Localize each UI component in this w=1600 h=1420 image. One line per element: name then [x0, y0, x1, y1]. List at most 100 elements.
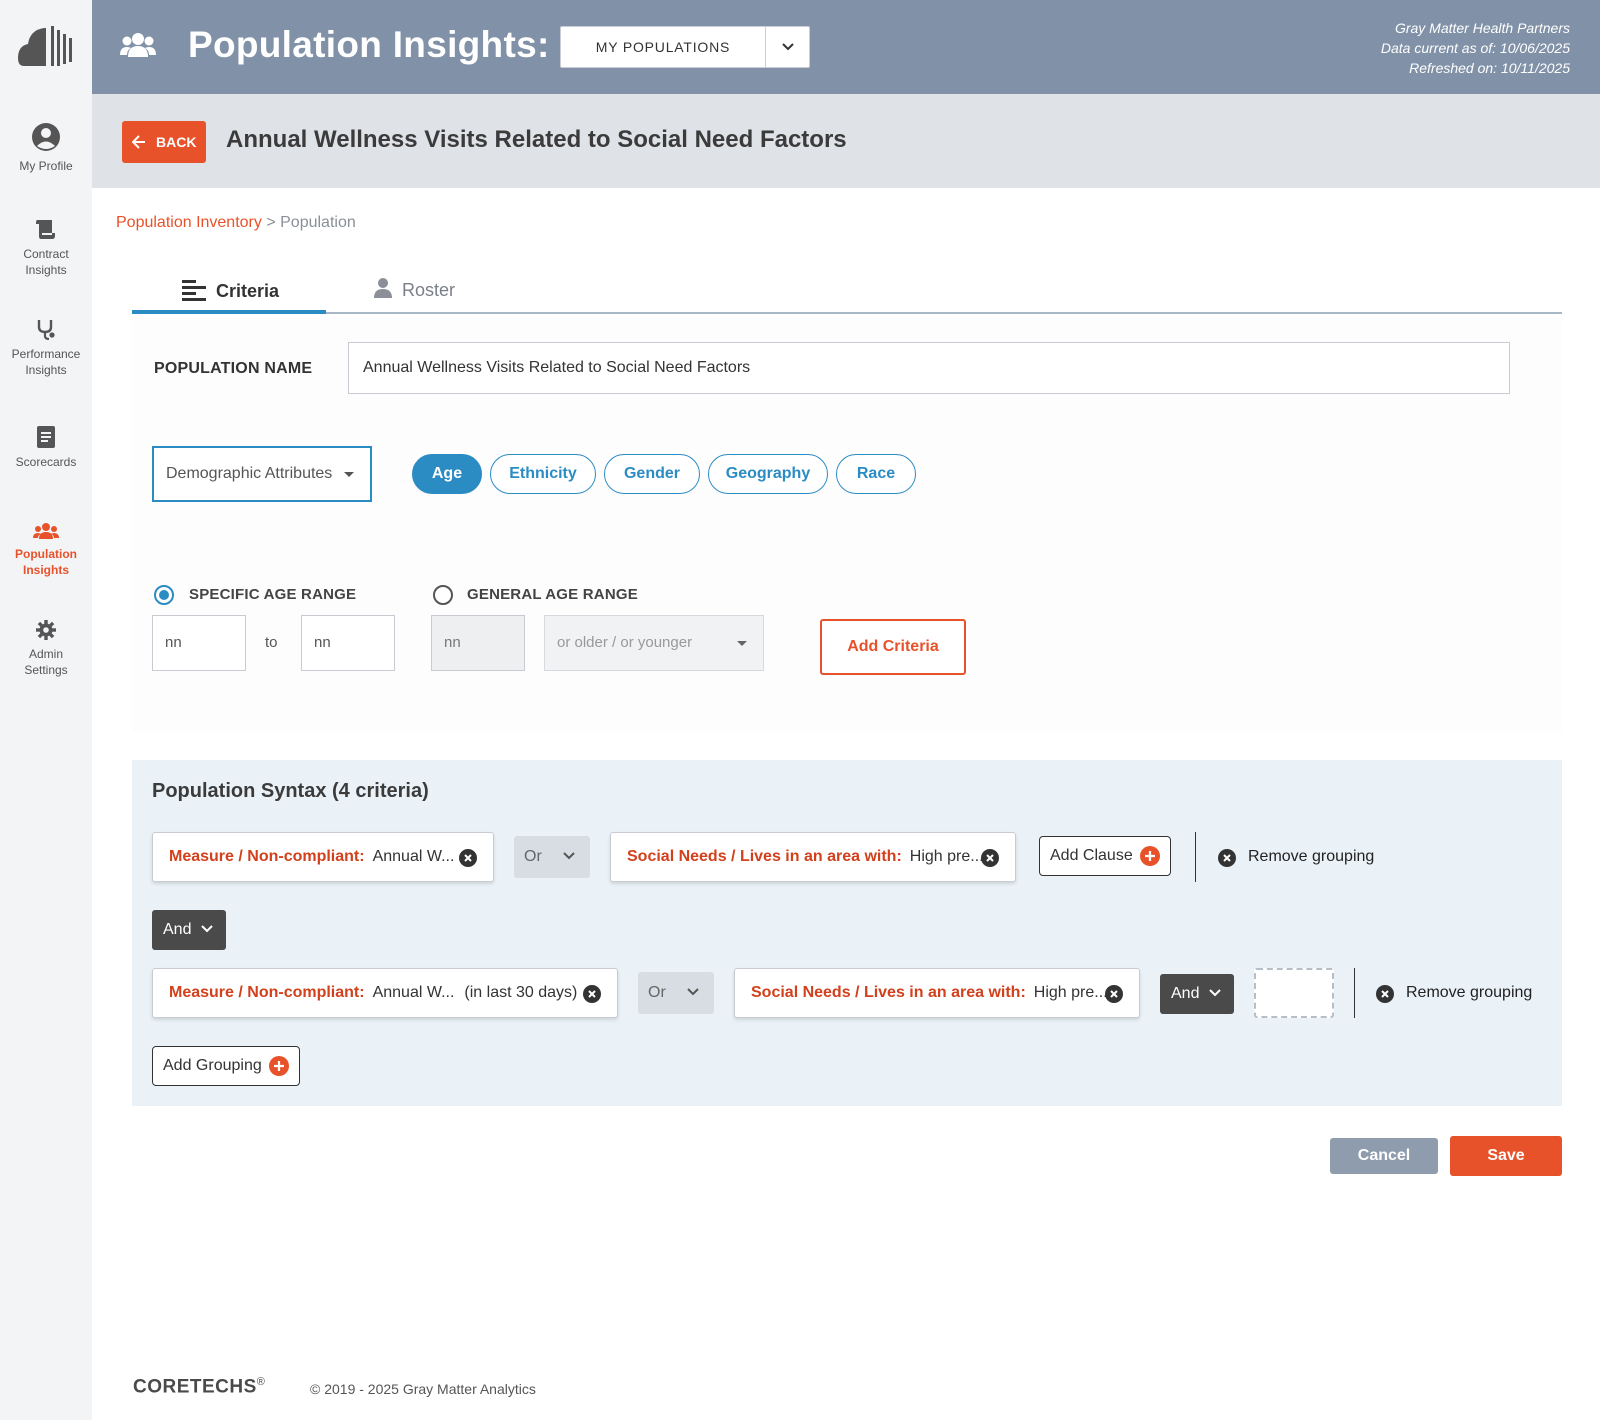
specific-age-radio[interactable] [154, 585, 174, 605]
tab-criteria[interactable]: Criteria [132, 270, 326, 314]
general-age-radio[interactable] [433, 585, 453, 605]
app-header: Population Insights: MY POPULATIONS Gray… [92, 0, 1600, 94]
plus-circle-icon [1140, 846, 1160, 866]
criteria-chip-measure[interactable]: Measure / Non-compliant: Annual W... (in l… [152, 968, 618, 1018]
criteria-category-value: Demographic Attributes [166, 465, 333, 482]
remove-criteria-icon[interactable] [583, 985, 601, 1003]
remove-grouping-label: Remove grouping [1248, 848, 1375, 865]
list-lines-icon [182, 280, 206, 301]
arrow-left-icon [132, 135, 145, 149]
criteria-category-select[interactable]: Demographic Attributes [152, 446, 372, 502]
add-clause-button[interactable]: Add Clause [1039, 836, 1171, 876]
population-syntax-panel [132, 760, 1562, 1106]
chip-timeframe: (in last 30 days) [464, 984, 578, 1001]
chevron-down-icon [687, 988, 699, 996]
user-circle-icon [32, 123, 60, 151]
clause-operator-dropdown[interactable]: Or [514, 836, 590, 878]
person-icon [374, 278, 392, 298]
empty-clause-slot[interactable] [1254, 968, 1334, 1018]
specific-age-label: SPECIFIC AGE RANGE [189, 586, 357, 603]
sidebar-item-scorecards[interactable]: Scorecards [0, 426, 92, 470]
add-grouping-label: Add Grouping [163, 1057, 262, 1074]
age-from-input[interactable]: nn [152, 615, 246, 671]
close-circle-icon [1376, 985, 1394, 1003]
page-title: Annual Wellness Visits Related to Social… [226, 126, 847, 153]
sidebar-item-contract-insights[interactable]: Contract Insights [0, 218, 92, 278]
sidebar-item-label: Contract Insights [23, 247, 69, 277]
app-title: Population Insights: [188, 24, 550, 65]
add-grouping-button[interactable]: Add Grouping [152, 1046, 300, 1086]
pill-race[interactable]: Race [836, 454, 916, 494]
sidebar-item-performance-insights[interactable]: Performance Insights [0, 318, 92, 378]
save-button[interactable]: Save [1450, 1136, 1562, 1176]
footer-brand-name: CORETECHS [133, 1376, 257, 1398]
populations-select-value: MY POPULATIONS [595, 39, 731, 55]
chip-key: Measure / Non-compliant: [169, 984, 365, 1001]
group-operator-dropdown[interactable]: And [152, 910, 226, 950]
chip-value: High pre... [909, 848, 984, 865]
populations-select[interactable]: MY POPULATIONS [560, 26, 810, 68]
chevron-down-icon [782, 43, 794, 51]
chip-value: Annual W... [372, 848, 455, 865]
remove-criteria-icon[interactable] [459, 849, 477, 867]
sidebar-item-population-insights[interactable]: Population Insights [0, 522, 92, 578]
breadcrumb: Population Inventory > Population [116, 214, 356, 232]
add-criteria-button[interactable]: Add Criteria [820, 619, 966, 675]
data-current-date: Data current as of: 10/06/2025 [1380, 40, 1570, 56]
operator-value: And [1171, 985, 1200, 1002]
back-button-label: BACK [156, 134, 197, 150]
caret-down-icon [737, 641, 747, 646]
older-younger-select[interactable]: or older / or younger [544, 615, 764, 671]
population-name-input[interactable]: Annual Wellness Visits Related to Social… [348, 342, 1510, 394]
chip-key: Social Needs / Lives in an area with: [627, 848, 902, 865]
caret-down-icon [344, 472, 354, 477]
remove-criteria-icon[interactable] [981, 849, 999, 867]
tab-bar: Criteria Roster [132, 270, 1562, 314]
users-icon [120, 33, 156, 57]
criteria-chip-social-needs[interactable]: Social Needs / Lives in an area with: Hig… [734, 968, 1140, 1018]
operator-value: Or [524, 848, 542, 865]
general-age-input[interactable]: nn [431, 615, 525, 671]
pill-ethnicity[interactable]: Ethnicity [490, 454, 596, 494]
remove-criteria-icon[interactable] [1105, 985, 1123, 1003]
sidebar-item-my-profile[interactable]: My Profile [0, 122, 92, 174]
back-button[interactable]: BACK [122, 121, 206, 163]
org-name: Gray Matter Health Partners [1394, 20, 1570, 36]
sidebar: My Profile Contract Insights Performance… [0, 0, 92, 1420]
cancel-button[interactable]: Cancel [1330, 1138, 1438, 1174]
clause-operator-dropdown[interactable]: And [1160, 974, 1234, 1014]
page-title-bar: BACK Annual Wellness Visits Related to S… [92, 94, 1600, 188]
clause-operator-dropdown[interactable]: Or [638, 972, 714, 1014]
footer-brand: CORETECHS® [133, 1376, 265, 1398]
stethoscope-icon [37, 320, 55, 340]
sidebar-item-label: My Profile [19, 159, 73, 173]
chevron-down-icon [563, 852, 575, 860]
age-to-input[interactable]: nn [301, 615, 395, 671]
footer-copyright: © 2019 - 2025 Gray Matter Analytics [310, 1381, 536, 1397]
older-younger-value: or older / or younger [557, 634, 693, 651]
population-name-label: POPULATION NAME [154, 360, 313, 377]
criteria-chip-social-needs[interactable]: Social Needs / Lives in an area with: Hig… [610, 832, 1016, 882]
data-freshness-info: Gray Matter Health Partners Data current… [1381, 18, 1570, 78]
gear-icon [36, 620, 56, 640]
divider [1354, 968, 1355, 1018]
chip-value: High pre... [1033, 984, 1108, 1001]
pill-age[interactable]: Age [412, 454, 482, 494]
refreshed-date: Refreshed on: 10/11/2025 [1409, 60, 1570, 76]
pill-gender[interactable]: Gender [604, 454, 700, 494]
criteria-chip-measure[interactable]: Measure / Non-compliant: Annual W... [152, 832, 494, 882]
pill-geography[interactable]: Geography [708, 454, 828, 494]
tab-roster[interactable]: Roster [374, 270, 524, 314]
breadcrumb-separator: > [266, 214, 276, 231]
populations-dropdown-button[interactable] [765, 27, 809, 67]
sidebar-item-admin-settings[interactable]: Admin Settings [0, 620, 92, 678]
add-clause-label: Add Clause [1050, 847, 1133, 864]
sidebar-item-label: Scorecards [15, 455, 77, 469]
document-icon [37, 426, 55, 448]
scroll-icon [36, 220, 55, 239]
close-circle-icon [1218, 849, 1236, 867]
breadcrumb-population-inventory[interactable]: Population Inventory [116, 214, 262, 231]
sidebar-item-label: Performance Insights [11, 347, 81, 377]
chip-key: Measure / Non-compliant: [169, 848, 365, 865]
plus-circle-icon [269, 1056, 289, 1076]
